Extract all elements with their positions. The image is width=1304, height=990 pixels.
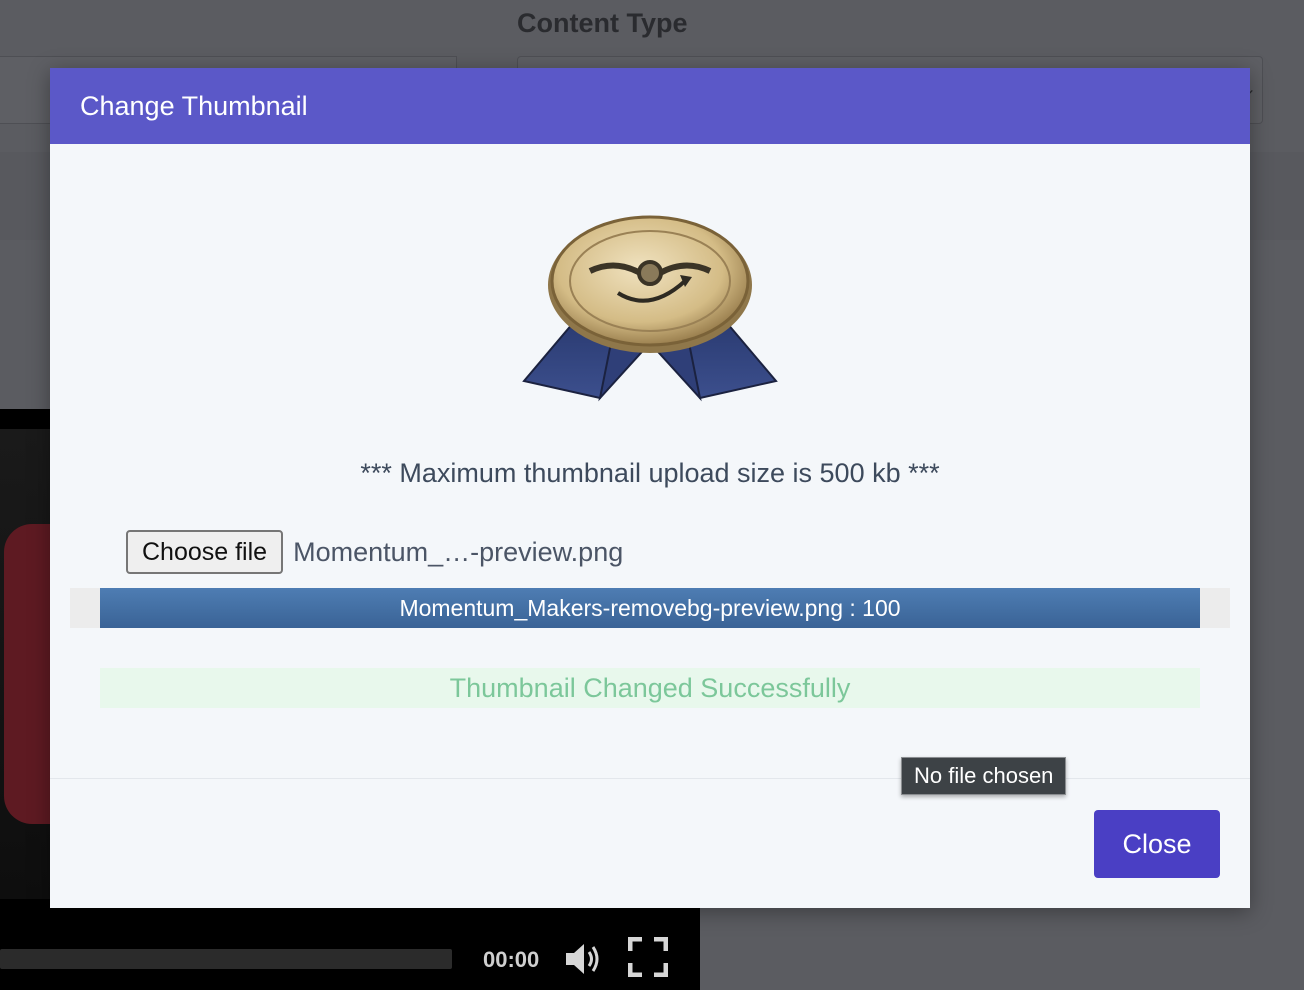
medal-logo-image bbox=[522, 215, 778, 402]
modal-header: Change Thumbnail bbox=[50, 68, 1250, 144]
thumbnail-preview bbox=[520, 213, 780, 408]
fullscreen-icon bbox=[628, 937, 668, 977]
video-progress-track bbox=[0, 949, 452, 969]
file-input-tooltip: No file chosen bbox=[901, 757, 1067, 795]
upload-progress-bar: Momentum_Makers-removebg-preview.png : 1… bbox=[100, 588, 1200, 628]
volume-icon bbox=[566, 944, 599, 974]
success-message: Thumbnail Changed Successfully bbox=[100, 668, 1200, 708]
upload-progress-track: Momentum_Makers-removebg-preview.png : 1… bbox=[70, 588, 1230, 628]
choose-file-button[interactable]: Choose file bbox=[126, 530, 284, 574]
video-controls: 00:00 bbox=[0, 929, 700, 990]
file-input: Choose file Momentum_…-preview.png bbox=[126, 530, 623, 574]
close-button[interactable]: Close bbox=[1094, 810, 1220, 878]
upload-progress-label: Momentum_Makers-removebg-preview.png : 1… bbox=[399, 594, 901, 621]
video-time: 00:00 bbox=[483, 947, 540, 972]
modal-title: Change Thumbnail bbox=[80, 90, 308, 121]
modal-footer-divider bbox=[50, 778, 1250, 779]
selected-file-name: Momentum_…-preview.png bbox=[293, 536, 624, 567]
content-type-heading: Content Type bbox=[517, 8, 688, 38]
upload-size-note: *** Maximum thumbnail upload size is 500… bbox=[360, 458, 940, 488]
change-thumbnail-modal: Change Thumbnail *** Maximum thumbnail u… bbox=[50, 68, 1250, 908]
